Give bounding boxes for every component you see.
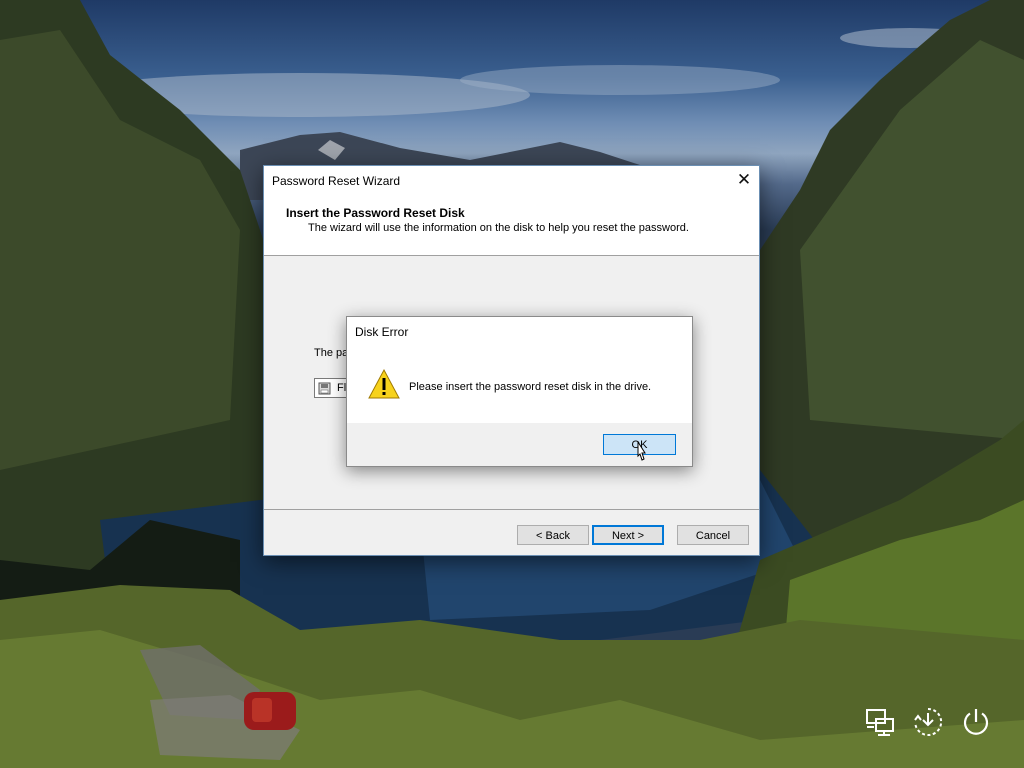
ease-of-access-icon[interactable]	[912, 706, 944, 738]
cancel-button[interactable]: Cancel	[677, 525, 749, 545]
drive-icon	[318, 382, 331, 395]
power-icon[interactable]	[960, 706, 992, 738]
close-button[interactable]: ✕	[729, 166, 759, 195]
next-button[interactable]: Next >	[592, 525, 664, 545]
wizard-heading: Insert the Password Reset Disk	[286, 206, 465, 220]
error-dialog-footer: OK	[347, 423, 692, 466]
close-icon: ✕	[736, 170, 752, 189]
disk-error-dialog: Disk Error Please insert the password re…	[346, 316, 693, 467]
footer-divider	[264, 509, 759, 510]
ok-button[interactable]: OK	[603, 434, 676, 455]
wizard-body-text: The pa	[314, 347, 349, 359]
wizard-titlebar: Password Reset Wizard ✕	[264, 166, 759, 195]
network-icon[interactable]	[864, 706, 896, 738]
error-dialog-title: Disk Error	[355, 325, 409, 339]
warning-icon	[368, 368, 400, 399]
back-button[interactable]: < Back	[517, 525, 589, 545]
error-message: Please insert the password reset disk in…	[409, 381, 652, 393]
wizard-header: Insert the Password Reset Disk The wizar…	[264, 195, 759, 256]
wizard-subheading: The wizard will use the information on t…	[308, 222, 689, 234]
wizard-title: Password Reset Wizard	[272, 174, 401, 188]
drive-label: Fl	[337, 382, 347, 394]
